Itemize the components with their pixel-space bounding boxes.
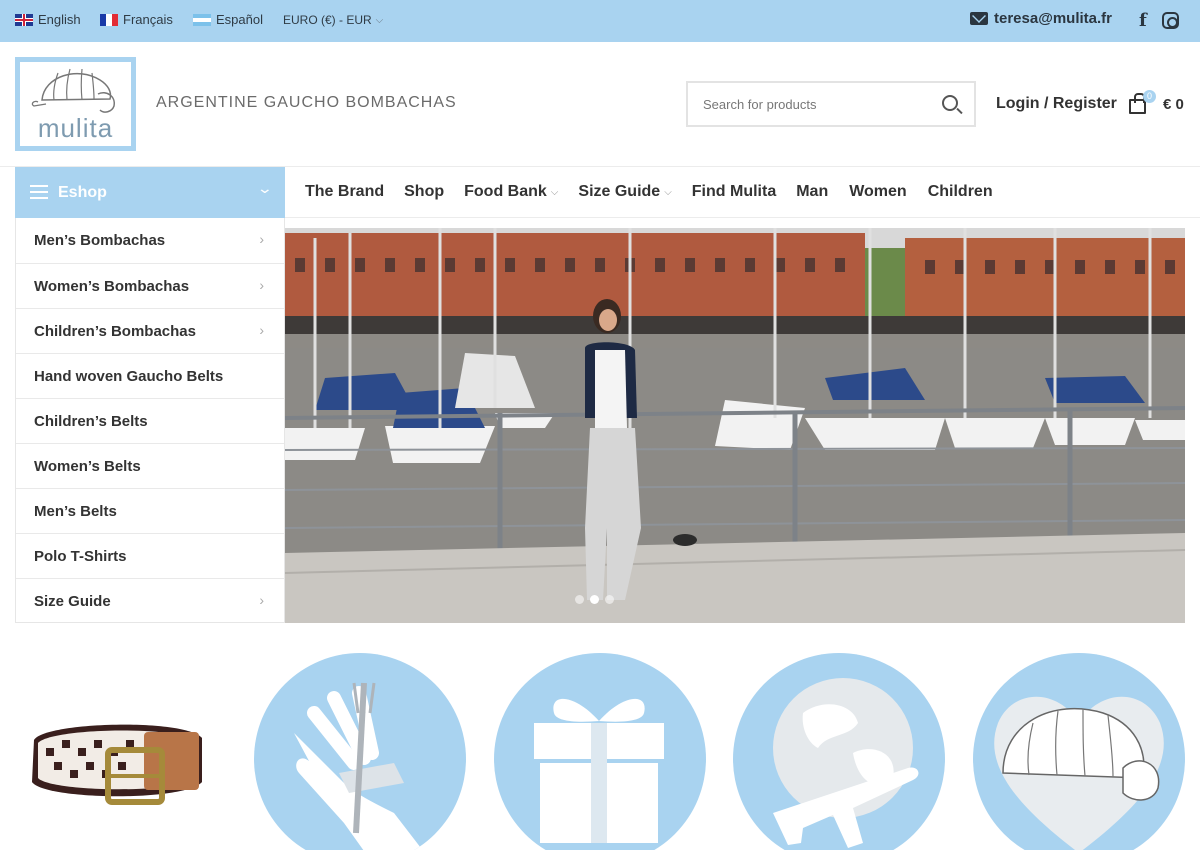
category-size-guide[interactable]: Size Guide › [16, 578, 284, 623]
hero-slider[interactable] [285, 228, 1185, 623]
category-childrens-belts[interactable]: Children’s Belts [16, 398, 284, 443]
category-label: Men’s Bombachas [34, 232, 166, 249]
nav-item-man[interactable]: Man [796, 183, 828, 201]
worldwide-shipping-feature[interactable] [733, 653, 945, 850]
search-input[interactable] [703, 95, 923, 113]
nav-label: Find Mulita [691, 183, 777, 200]
argentina-flag-icon [193, 13, 211, 26]
food-bank-feature[interactable] [254, 653, 466, 850]
search-box [686, 81, 976, 127]
gift-feature[interactable] [494, 653, 706, 850]
nav-label: Children [927, 183, 993, 200]
category-label: Children’s Belts [34, 413, 148, 430]
instagram-icon[interactable] [1162, 12, 1179, 29]
nav-item-shop[interactable]: Shop [404, 183, 444, 201]
shopping-bag-icon [1129, 93, 1146, 114]
top-bar: English Français Español EURO (€) - EUR … [0, 0, 1200, 42]
gift-icon [534, 698, 664, 843]
nav-item-the-brand[interactable]: The Brand [305, 183, 384, 201]
uk-flag-icon [15, 13, 33, 26]
category-label: Women’s Bombachas [34, 278, 190, 295]
email-address: teresa@mulita.fr [994, 10, 1113, 27]
language-french-link[interactable]: Français [100, 12, 173, 27]
nav-label: Man [796, 183, 829, 200]
category-polo-tshirts[interactable]: Polo T-Shirts [16, 533, 284, 578]
slider-dot-active[interactable] [590, 595, 599, 604]
slider-dot[interactable] [575, 595, 584, 604]
nav-item-children[interactable]: Children [928, 183, 993, 201]
nav-item-find-mulita[interactable]: Find Mulita [692, 183, 776, 201]
hero-image [285, 228, 1185, 623]
language-spanish-link[interactable]: Español [193, 12, 263, 27]
category-label: Polo T-Shirts [34, 548, 127, 565]
france-flag-icon [100, 13, 118, 26]
category-label: Children’s Bombachas [34, 323, 196, 340]
category-gaucho-belts[interactable]: Hand woven Gaucho Belts [16, 353, 284, 398]
category-label: Women’s Belts [34, 458, 141, 475]
eshop-label: Eshop [58, 184, 107, 201]
nav-label: Food Bank [464, 183, 547, 200]
envelope-icon [970, 12, 988, 25]
category-womens-belts[interactable]: Women’s Belts [16, 443, 284, 488]
chevron-right-icon: › [259, 277, 264, 293]
cart-count-badge: 0 [1143, 90, 1156, 103]
cart-total: € 0 [1163, 96, 1184, 113]
category-mens-bombachas[interactable]: Men’s Bombachas › [16, 218, 284, 263]
gaucho-belt-image[interactable] [24, 710, 209, 810]
food-bank-icon [294, 682, 423, 850]
hamburger-icon [30, 185, 48, 199]
eshop-menu-toggle[interactable]: Eshop ⌄ [15, 167, 285, 218]
category-menu: Men’s Bombachas › Women’s Bombachas › Chil… [15, 218, 285, 623]
currency-selector[interactable]: EURO (€) - EUR ⌵ [283, 13, 383, 27]
language-label: English [38, 12, 81, 27]
main-navigation: The Brand Shop Food Bank ⌵ Size Guide ⌵ Fi… [305, 183, 993, 201]
search-icon[interactable] [942, 95, 958, 111]
chevron-down-icon: ⌵ [375, 14, 384, 26]
category-childrens-bombachas[interactable]: Children’s Bombachas › [16, 308, 284, 353]
mulita-heart-feature[interactable] [973, 653, 1185, 850]
login-register-link[interactable]: Login / Register [996, 95, 1117, 113]
worldwide-shipping-icon [773, 678, 919, 848]
nav-label: The Brand [305, 183, 385, 200]
nav-item-food-bank[interactable]: Food Bank ⌵ [464, 183, 558, 201]
logo-wordmark: mulita [37, 113, 114, 143]
nav-label: Size Guide [578, 183, 661, 200]
chevron-down-icon: ⌄ [256, 180, 274, 196]
language-english-link[interactable]: English [15, 12, 81, 27]
chevron-right-icon: › [259, 231, 264, 247]
logo-frame: mulita [20, 62, 131, 146]
mulita-heart-icon [994, 696, 1164, 850]
nav-label: Shop [404, 183, 445, 200]
nav-divider [285, 217, 1200, 218]
slider-dot[interactable] [605, 595, 614, 604]
category-womens-bombachas[interactable]: Women’s Bombachas › [16, 263, 284, 308]
category-label: Men’s Belts [34, 503, 117, 520]
chevron-right-icon: › [259, 592, 264, 608]
nav-label: Women [849, 183, 907, 200]
facebook-icon[interactable]: f [1139, 10, 1147, 31]
chevron-down-icon: ⌵ [550, 186, 559, 198]
language-label: Français [123, 12, 173, 27]
category-mens-belts[interactable]: Men’s Belts [16, 488, 284, 533]
site-tagline: ARGENTINE GAUCHO BOMBACHAS [156, 94, 457, 111]
category-label: Hand woven Gaucho Belts [34, 368, 224, 385]
nav-item-women[interactable]: Women [849, 183, 906, 201]
category-label: Size Guide [34, 593, 111, 610]
chevron-down-icon: ⌵ [664, 186, 672, 198]
contact-email-link[interactable]: teresa@mulita.fr [970, 10, 1112, 27]
slider-pagination [575, 595, 614, 604]
nav-item-size-guide[interactable]: Size Guide ⌵ [578, 183, 671, 201]
language-label: Español [216, 12, 263, 27]
chevron-right-icon: › [259, 322, 264, 338]
mulita-logo[interactable]: mulita [15, 57, 136, 151]
currency-label: EURO (€) - EUR [283, 13, 372, 27]
